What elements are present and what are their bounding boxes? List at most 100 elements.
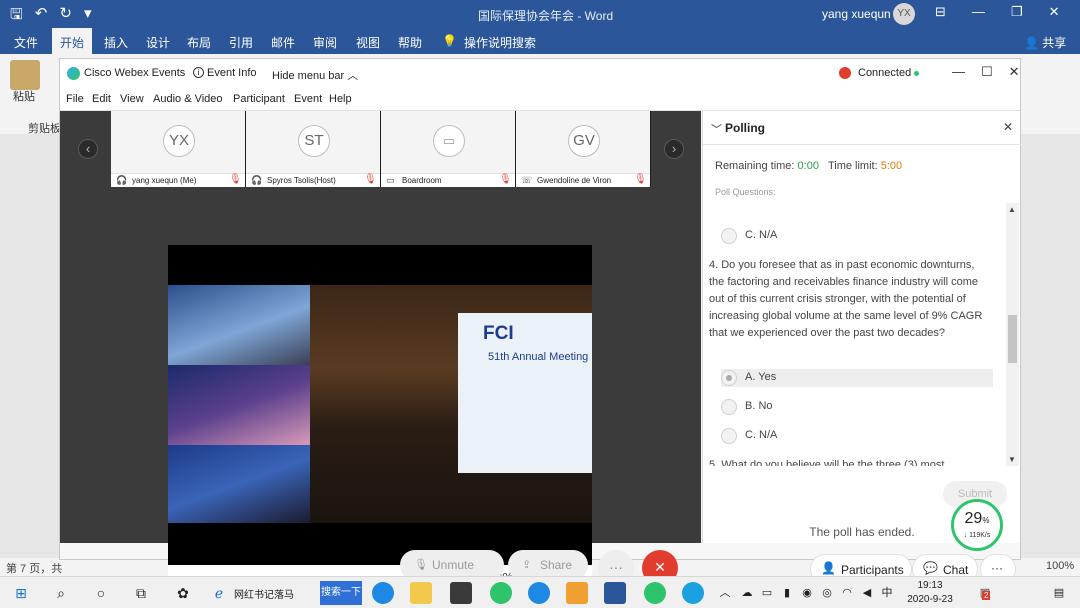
remaining-label: Remaining time: <box>715 160 795 172</box>
user-name[interactable]: yang xuequn <box>822 7 891 21</box>
restore-icon[interactable]: ❐ <box>1011 4 1023 20</box>
maximize-icon[interactable]: ☐ <box>981 64 993 80</box>
app-icon[interactable] <box>644 582 666 604</box>
network-icon[interactable]: ▭ <box>758 584 776 602</box>
hide-menu-bar-button[interactable]: Hide menu bar ︿ <box>272 67 358 83</box>
taskbar-app-title[interactable]: 网红书记落马 <box>234 586 294 601</box>
participant-tile[interactable]: GV ☏ Gwendoline de Viron 🎙 <box>516 111 650 187</box>
poll-question-list[interactable]: C. N/A 4. Do you foresee that as in past… <box>703 203 1021 466</box>
edge-icon[interactable] <box>372 582 394 604</box>
event-info-button[interactable]: Event Info <box>207 67 257 79</box>
info-icon[interactable]: i <box>193 67 204 78</box>
time-limit: 5:00 <box>880 160 903 172</box>
menu-view[interactable]: View <box>120 93 144 105</box>
app-icon[interactable]: ✿ <box>174 584 192 602</box>
ribbon-display-icon[interactable]: ⊟ <box>935 4 946 20</box>
cloud-icon[interactable]: ☁ <box>738 584 756 602</box>
action-center-icon[interactable]: ▤ <box>1050 584 1068 602</box>
prev-participants-button[interactable]: ‹ <box>78 139 98 159</box>
volume-icon[interactable]: ◀ <box>858 584 876 602</box>
tab-home[interactable]: 开始 <box>52 28 93 54</box>
app-icon[interactable] <box>450 582 472 604</box>
shared-video[interactable]: FCI 51th Annual Meeting 01:29 / 05:06 ◀ … <box>168 245 592 590</box>
participant-tile[interactable]: ▭ ▭ Boardroom 🎙 <box>381 111 515 187</box>
clock[interactable]: 19:13 2020-9-23 <box>903 579 957 607</box>
paste-icon[interactable] <box>10 60 40 90</box>
menu-event[interactable]: Event <box>294 93 322 105</box>
search-button[interactable]: 搜索一下 <box>320 581 362 605</box>
next-participants-button[interactable]: › <box>664 139 684 159</box>
tab-help[interactable]: 帮助 <box>398 34 422 51</box>
person-icon: 👤 <box>1024 36 1039 50</box>
poll-scrollbar[interactable]: ▲ ▼ <box>1006 203 1019 466</box>
close-icon[interactable]: ✕ <box>1003 120 1013 134</box>
poll-option[interactable]: C. N/A <box>721 227 993 245</box>
radio-button[interactable] <box>721 399 737 415</box>
polling-title: Polling <box>725 121 765 135</box>
customize-icon[interactable]: ▾ <box>84 4 92 29</box>
wifi-icon[interactable]: ◠ <box>838 584 856 602</box>
speed-rate: ↓ 119K/s <box>963 532 991 539</box>
participant-tile[interactable]: YX 🎧 yang xuequn (Me) 🎙 <box>111 111 245 187</box>
menu-audio-video[interactable]: Audio & Video <box>153 93 223 105</box>
polling-panel: ﹀ Polling ✕ Remaining time: 0:00 Time li… <box>702 111 1021 551</box>
windows-start-icon[interactable]: ⊞ <box>12 584 30 602</box>
tab-references[interactable]: 引用 <box>229 34 253 51</box>
task-view-icon[interactable]: ⧉ <box>132 584 150 602</box>
user-avatar[interactable]: YX <box>893 3 915 25</box>
radio-button[interactable] <box>721 370 737 386</box>
cortana-icon[interactable]: ○ <box>92 584 110 602</box>
tab-file[interactable]: 文件 <box>14 34 38 51</box>
ie-icon[interactable]: ℯ <box>210 584 228 602</box>
page-count: 第 7 页，共 <box>6 563 63 575</box>
headset-icon: 🎧 <box>251 175 263 185</box>
menu-help[interactable]: Help <box>329 93 352 105</box>
word-icon[interactable] <box>604 582 626 604</box>
scroll-thumb[interactable] <box>1008 315 1017 363</box>
tab-mailings[interactable]: 邮件 <box>271 34 295 51</box>
battery-icon[interactable]: ▮ <box>778 584 796 602</box>
tell-me-search[interactable]: 操作说明搜索 <box>464 34 536 51</box>
ime-indicator[interactable]: 中 <box>878 584 896 602</box>
close-icon[interactable]: ✕ <box>1049 4 1060 20</box>
scroll-up-icon[interactable]: ▲ <box>1008 205 1016 214</box>
wechat-icon[interactable] <box>566 582 588 604</box>
tab-insert[interactable]: 插入 <box>104 34 128 51</box>
minimize-icon[interactable]: — <box>972 4 985 20</box>
participant-tile[interactable]: ST 🎧 Spyros Tsolis(Host) 🎙 <box>246 111 380 187</box>
option-label: C. N/A <box>745 229 778 241</box>
tab-design[interactable]: 设计 <box>146 34 170 51</box>
chevron-down-icon[interactable]: ﹀ <box>711 121 722 137</box>
chevron-up-icon[interactable]: ︿ <box>716 584 734 602</box>
ie-icon[interactable] <box>528 582 550 604</box>
app-tray-icon[interactable]: ◉ <box>798 584 816 602</box>
poll-option[interactable]: A. Yes <box>721 369 993 387</box>
menu-participant[interactable]: Participant <box>233 93 285 105</box>
radio-button[interactable] <box>721 228 737 244</box>
save-icon[interactable]: 🖫 <box>10 4 23 29</box>
minimize-icon[interactable]: — <box>952 64 965 80</box>
webex-icon[interactable] <box>682 582 704 604</box>
folder-icon[interactable] <box>410 582 432 604</box>
undo-icon[interactable]: ↶ <box>35 4 48 29</box>
speed-unit: % <box>982 516 990 525</box>
tab-layout[interactable]: 布局 <box>187 34 211 51</box>
tab-review[interactable]: 审阅 <box>313 34 337 51</box>
redo-icon[interactable]: ↻ <box>59 4 72 29</box>
app-tray-icon[interactable]: ◎ <box>818 584 836 602</box>
radio-button[interactable] <box>721 428 737 444</box>
poll-timer: Remaining time: 0:00 Time limit: 5:00 <box>715 160 902 172</box>
menu-file[interactable]: File <box>66 93 84 105</box>
chat-label: Chat <box>943 563 969 577</box>
browser-icon[interactable] <box>490 582 512 604</box>
poll-option[interactable]: C. N/A <box>721 427 993 445</box>
close-icon[interactable]: ✕ <box>1009 64 1020 80</box>
poll-option[interactable]: B. No <box>721 398 993 416</box>
menu-edit[interactable]: Edit <box>92 93 111 105</box>
search-icon[interactable]: ⌕ <box>52 584 70 602</box>
scroll-down-icon[interactable]: ▼ <box>1008 455 1016 464</box>
tab-view[interactable]: 视图 <box>356 34 380 51</box>
remaining-time: 0:00 <box>797 160 819 172</box>
share-button[interactable]: 👤 共享 <box>1024 34 1066 51</box>
poll-questions-label: Poll Questions: <box>715 187 776 197</box>
